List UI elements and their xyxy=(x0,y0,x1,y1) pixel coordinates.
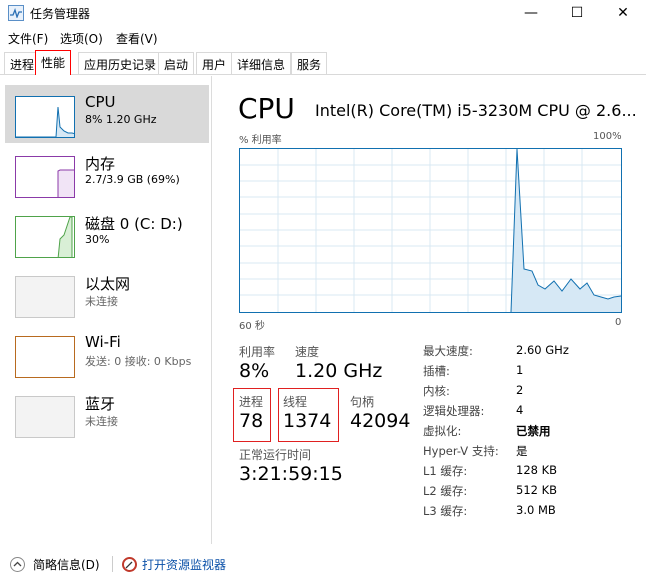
tab-details[interactable]: 详细信息 xyxy=(231,52,292,74)
sidebar-item-cpu[interactable]: CPU 8% 1.20 GHz xyxy=(5,85,209,143)
spec-value: 128 KB xyxy=(516,463,558,477)
handles-label: 句柄 xyxy=(350,395,375,409)
fewer-details-label: 简略信息(D) xyxy=(33,558,100,572)
sidebar-item-bluetooth[interactable]: 蓝牙 未连接 xyxy=(5,385,209,443)
task-manager-icon xyxy=(8,5,24,21)
sidebar-item-disk[interactable]: 磁盘 0 (C: D:) 30% xyxy=(5,205,209,263)
spec-value: 1 xyxy=(516,363,524,377)
spec-label: L2 缓存: xyxy=(423,484,468,498)
wifi-thumbnail-graph xyxy=(15,336,75,378)
spec-label: L1 缓存: xyxy=(423,464,468,478)
graph-x-left: 60 秒 xyxy=(239,321,265,332)
menu-bar: 文件(F) 选项(O) 查看(V) xyxy=(0,28,646,48)
menu-options[interactable]: 选项(O) xyxy=(60,30,103,47)
sidebar-item-label: 内存 xyxy=(85,155,116,173)
close-button[interactable]: ✕ xyxy=(600,0,646,26)
collapse-chevron-icon xyxy=(10,557,25,572)
spec-label: Hyper-V 支持: xyxy=(423,444,499,458)
spec-label: L3 缓存: xyxy=(423,504,468,518)
footer-bar: 简略信息(D) 打开资源监视器 xyxy=(0,544,646,588)
page-title: CPU xyxy=(238,92,295,125)
threads-label: 线程 xyxy=(283,395,308,409)
spec-label: 内核: xyxy=(423,384,450,398)
footer-divider xyxy=(112,556,113,572)
cpu-thumbnail-graph xyxy=(15,96,75,138)
fewer-details-button[interactable]: 简略信息(D) xyxy=(10,556,100,573)
spec-value: 3.0 MB xyxy=(516,503,556,517)
window-title: 任务管理器 xyxy=(30,7,91,21)
sidebar-item-detail: 发送: 0 接收: 0 Kbps xyxy=(85,355,192,368)
disk-thumbnail-graph xyxy=(15,216,75,258)
graph-y-max: 100% xyxy=(593,131,622,142)
sidebar-item-label: 以太网 xyxy=(85,275,131,293)
tab-services[interactable]: 服务 xyxy=(291,52,328,74)
speed-label: 速度 xyxy=(295,345,320,359)
minimize-button[interactable]: — xyxy=(508,0,554,26)
title-bar: 任务管理器 — ☐ ✕ xyxy=(0,0,646,26)
sidebar-item-detail: 8% 1.20 GHz xyxy=(85,113,157,126)
spec-value: 已禁用 xyxy=(516,424,551,438)
open-resource-monitor-label: 打开资源监视器 xyxy=(142,558,227,572)
uptime-label: 正常运行时间 xyxy=(239,448,312,462)
graph-x-right: 0 xyxy=(615,317,622,328)
resource-sidebar: CPU 8% 1.20 GHz 内存 2.7/3.9 GB (69%) 磁盘 0… xyxy=(0,76,212,544)
sidebar-item-detail: 30% xyxy=(85,233,110,246)
speed-value: 1.20 GHz xyxy=(295,360,383,382)
open-resource-monitor-link[interactable]: 打开资源监视器 xyxy=(122,556,226,573)
sidebar-item-ethernet[interactable]: 以太网 未连接 xyxy=(5,265,209,323)
tab-bar: 进程 性能 应用历史记录 启动 用户 详细信息 服务 xyxy=(0,50,646,75)
menu-file[interactable]: 文件(F) xyxy=(8,30,48,47)
threads-value: 1374 xyxy=(283,410,332,432)
tab-performance[interactable]: 性能 xyxy=(35,50,72,75)
resource-monitor-icon xyxy=(122,557,137,572)
sidebar-item-wifi[interactable]: Wi-Fi 发送: 0 接收: 0 Kbps xyxy=(5,325,209,383)
spec-value: 是 xyxy=(516,444,528,458)
processes-label: 进程 xyxy=(239,395,264,409)
sidebar-item-label: Wi-Fi xyxy=(85,333,121,351)
handles-value: 42094 xyxy=(350,410,411,432)
spec-value: 4 xyxy=(516,403,524,417)
bluetooth-thumbnail-graph xyxy=(15,396,75,438)
memory-thumbnail-graph xyxy=(15,156,75,198)
sidebar-item-label: 磁盘 0 (C: D:) xyxy=(85,215,183,233)
spec-label: 虚拟化: xyxy=(423,424,462,438)
sidebar-item-label: 蓝牙 xyxy=(85,395,116,413)
spec-value: 512 KB xyxy=(516,483,558,497)
sidebar-item-detail: 未连接 xyxy=(85,295,118,308)
utilization-label: 利用率 xyxy=(239,345,276,359)
ethernet-thumbnail-graph xyxy=(15,276,75,318)
sidebar-item-label: CPU xyxy=(85,93,116,111)
tab-startup[interactable]: 启动 xyxy=(158,52,195,74)
cpu-detail-panel: CPU Intel(R) Core(TM) i5-3230M CPU @ 2.6… xyxy=(213,76,646,544)
graph-y-label: % 利用率 xyxy=(239,135,282,146)
spec-value: 2 xyxy=(516,383,524,397)
cpu-utilization-graph xyxy=(239,148,622,313)
tab-users[interactable]: 用户 xyxy=(196,52,233,74)
spec-label: 逻辑处理器: xyxy=(423,404,485,418)
spec-label: 最大速度: xyxy=(423,344,473,358)
sidebar-item-memory[interactable]: 内存 2.7/3.9 GB (69%) xyxy=(5,145,209,203)
spec-label: 插槽: xyxy=(423,364,450,378)
sidebar-item-detail: 未连接 xyxy=(85,415,118,428)
processes-value: 78 xyxy=(239,410,264,432)
maximize-button[interactable]: ☐ xyxy=(554,0,600,26)
cpu-model-name: Intel(R) Core(TM) i5-3230M CPU @ 2.6... xyxy=(315,101,637,120)
spec-value: 2.60 GHz xyxy=(516,343,569,357)
sidebar-item-detail: 2.7/3.9 GB (69%) xyxy=(85,173,180,186)
uptime-value: 3:21:59:15 xyxy=(239,463,343,485)
tab-app-history[interactable]: 应用历史记录 xyxy=(78,52,163,74)
menu-view[interactable]: 查看(V) xyxy=(116,30,158,47)
utilization-value: 8% xyxy=(239,360,270,382)
